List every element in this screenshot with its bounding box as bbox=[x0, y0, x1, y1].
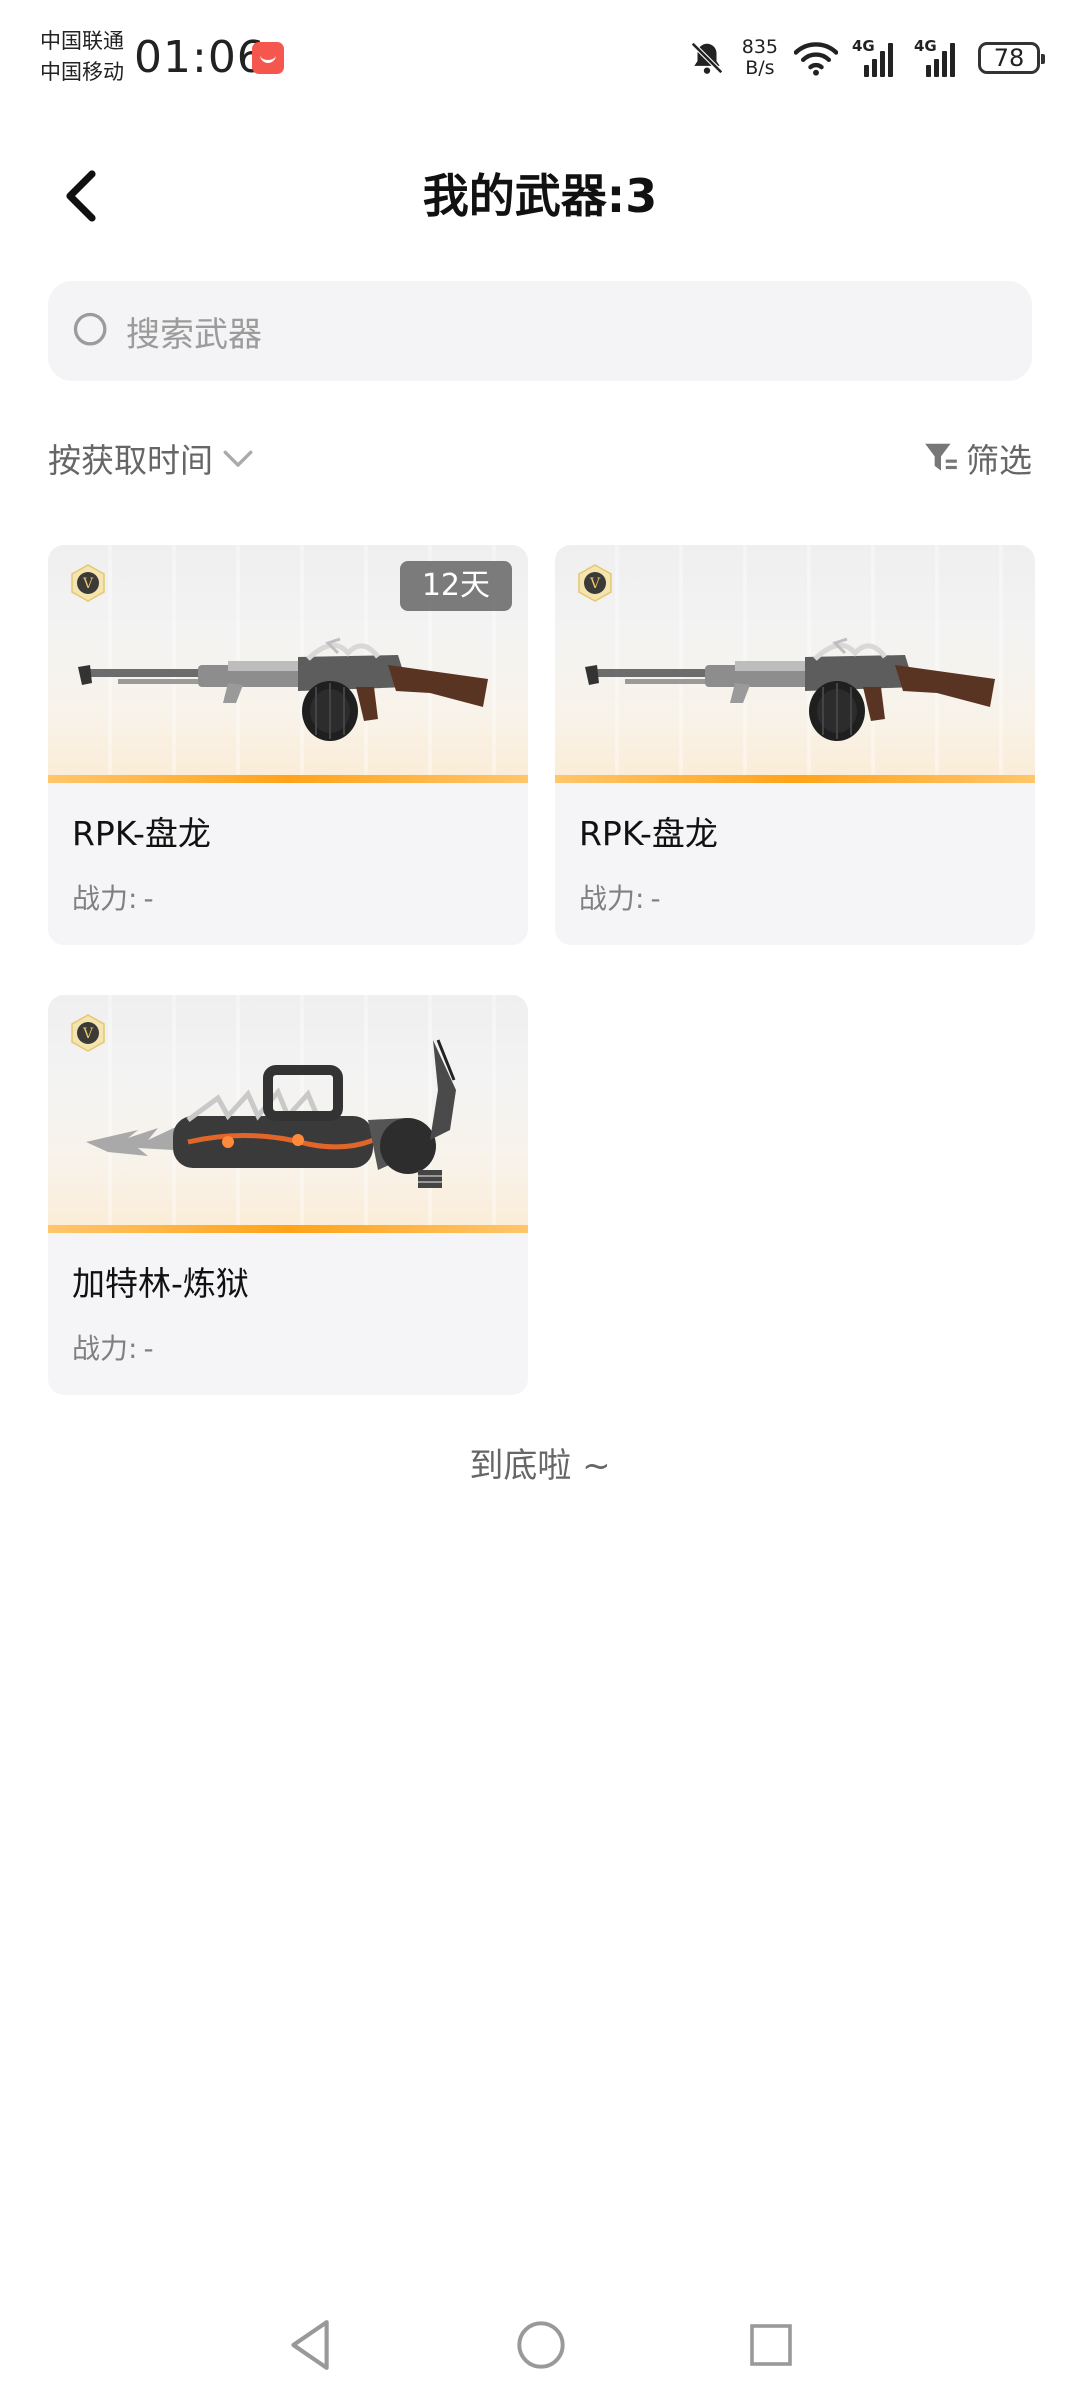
nav-back-button[interactable] bbox=[275, 2310, 345, 2380]
battery-icon: 78 bbox=[978, 42, 1045, 74]
battery-level: 78 bbox=[993, 44, 1025, 72]
wifi-icon bbox=[794, 42, 838, 76]
weapon-name: 加特林-炼狱 bbox=[72, 1264, 249, 1303]
weapon-name: RPK-盘龙 bbox=[72, 814, 211, 853]
weapon-card[interactable]: V RPK-盘龙 战力: - bbox=[555, 545, 1035, 945]
cellular-signal-icon: 4G bbox=[914, 37, 962, 77]
power-value: - bbox=[143, 882, 154, 915]
status-icons: 835 B/s 4G 4G 78 bbox=[688, 30, 1045, 86]
weapon-power: 战力: - bbox=[579, 879, 661, 919]
status-bar: 中国联通 中国移动 01:06 835 B/s 4G 4G 78 bbox=[0, 0, 1080, 120]
signal-1-type: 4G bbox=[852, 37, 875, 55]
nav-recents-button[interactable] bbox=[736, 2310, 806, 2380]
weapon-image: V bbox=[555, 545, 1035, 783]
system-nav-bar bbox=[0, 2300, 1080, 2400]
circle-home-icon bbox=[517, 2321, 565, 2369]
power-value: - bbox=[650, 882, 661, 915]
power-value: - bbox=[143, 1332, 154, 1365]
weapon-card[interactable]: V 加特林-炼狱 战力: - bbox=[48, 995, 528, 1395]
net-speed-value: 835 bbox=[741, 36, 778, 58]
net-speed: 835 B/s bbox=[742, 37, 778, 79]
carrier-1: 中国联通 bbox=[40, 29, 124, 53]
chevron-down-icon bbox=[223, 450, 253, 467]
rifle-illustration bbox=[78, 637, 488, 741]
cellular-signal-icon: 4G bbox=[852, 37, 900, 77]
search-icon bbox=[73, 312, 107, 346]
weapon-image: V 12天 bbox=[48, 545, 528, 783]
list-end-text: 到底啦 ~ bbox=[469, 1446, 611, 1486]
filter-label: 筛选 bbox=[966, 441, 1032, 480]
rarity-bar bbox=[555, 775, 1035, 783]
triangle-back-icon bbox=[291, 2320, 329, 2370]
carrier-names: 中国联通 中国移动 bbox=[40, 26, 124, 88]
svg-text:V: V bbox=[589, 576, 601, 592]
weapon-card[interactable]: V 12天 RPK-盘龙 战力: - bbox=[48, 545, 528, 945]
svg-text:V: V bbox=[82, 576, 94, 592]
weapon-name: RPK-盘龙 bbox=[579, 814, 718, 853]
square-recents-icon bbox=[750, 2324, 792, 2366]
carrier-2: 中国移动 bbox=[40, 60, 124, 84]
signal-2-type: 4G bbox=[914, 37, 937, 55]
rifle-illustration bbox=[585, 637, 995, 741]
filter-icon bbox=[925, 443, 957, 471]
net-speed-unit: B/s bbox=[745, 57, 775, 79]
weapon-power: 战力: - bbox=[72, 879, 154, 919]
status-clock: 01:06 bbox=[134, 32, 266, 83]
gatling-illustration bbox=[86, 1039, 456, 1188]
page-title: 我的武器:3 bbox=[422, 169, 658, 223]
sort-dropdown[interactable]: 按获取时间 bbox=[48, 430, 255, 486]
nav-home-button[interactable] bbox=[506, 2310, 576, 2380]
search-input[interactable]: 搜索武器 bbox=[48, 281, 1032, 381]
rarity-bar bbox=[48, 1225, 528, 1233]
power-label: 战力: bbox=[72, 1332, 138, 1365]
sort-label: 按获取时间 bbox=[48, 441, 213, 480]
weapon-power: 战力: - bbox=[72, 1329, 154, 1369]
power-label: 战力: bbox=[72, 882, 138, 915]
weapon-image: V bbox=[48, 995, 528, 1233]
rarity-bar bbox=[48, 775, 528, 783]
search-placeholder: 搜索武器 bbox=[126, 314, 262, 355]
app-notification-icon bbox=[252, 42, 284, 74]
mute-bell-icon bbox=[690, 42, 723, 74]
filter-button[interactable]: 筛选 bbox=[922, 430, 1032, 486]
power-label: 战力: bbox=[579, 882, 645, 915]
